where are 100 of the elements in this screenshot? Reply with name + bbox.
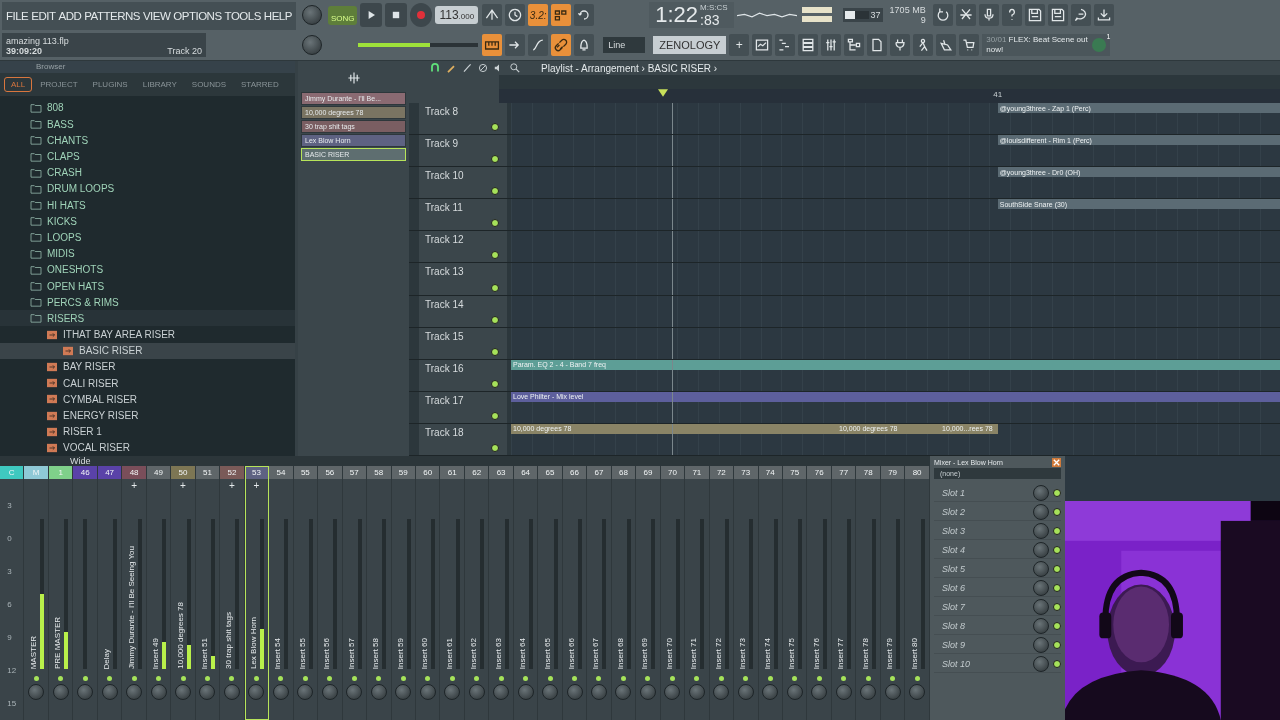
strip-led[interactable] (914, 676, 920, 681)
route-mark[interactable]: + (229, 480, 235, 491)
menu-item[interactable]: HELP (263, 9, 292, 22)
master-pitch-knob[interactable] (301, 35, 322, 55)
pan-knob[interactable] (126, 684, 143, 700)
mixer-strip[interactable]: M MASTER (24, 466, 49, 720)
strip-led[interactable] (400, 676, 406, 681)
slot-led[interactable] (1053, 621, 1061, 630)
slot-led[interactable] (1053, 526, 1061, 535)
pan-knob[interactable] (884, 684, 901, 700)
cart-icon[interactable] (959, 34, 980, 56)
slot-led[interactable] (1053, 545, 1061, 554)
pan-knob[interactable] (713, 684, 730, 700)
route-mark[interactable]: + (180, 480, 186, 491)
mixer-strip[interactable]: 66 Insert 66 (562, 466, 588, 720)
mixer-strip[interactable]: 67 Insert 67 (587, 466, 612, 720)
effect-slot[interactable]: Slot 10 (934, 655, 1061, 673)
mixer-strip[interactable]: 63 Insert 63 (489, 466, 514, 720)
mixer-strip[interactable]: 51 Insert 51 (195, 466, 221, 720)
pan-knob[interactable] (248, 684, 265, 700)
mixer-strip[interactable]: 71 Insert 71 (685, 466, 710, 720)
browser-item[interactable]: KICKS (0, 213, 295, 230)
mixer-strip[interactable]: 78 Insert 78 (856, 466, 881, 720)
pan-knob[interactable] (835, 684, 852, 700)
pan-knob[interactable] (395, 684, 412, 700)
mixer-strip[interactable]: 74 Insert 74 (758, 466, 783, 720)
piano-roll-icon[interactable] (775, 34, 796, 56)
mixer-strip[interactable]: 69 Insert 69 (636, 466, 661, 720)
rack-icon[interactable] (798, 34, 819, 56)
menu-item[interactable]: OPTIONS (173, 9, 222, 22)
strip-led[interactable] (229, 676, 235, 681)
track-header[interactable]: Track 16 (419, 359, 507, 391)
strip-led[interactable] (156, 676, 162, 681)
pan-knob[interactable] (517, 684, 534, 700)
mixer-strip[interactable]: 56 Insert 56 (318, 466, 343, 720)
timeline-ruler[interactable]: 41 (499, 89, 1280, 103)
playhead-marker[interactable] (658, 89, 668, 98)
pan-knob[interactable] (639, 684, 656, 700)
mixer-preset[interactable]: Wide (70, 456, 91, 466)
pan-knob[interactable] (199, 684, 216, 700)
pan-knob[interactable] (615, 684, 632, 700)
route-mark[interactable]: + (131, 480, 137, 491)
mixer-strip[interactable]: 77 Insert 77 (831, 466, 857, 720)
track-mute-led[interactable] (491, 155, 499, 164)
mixer-strip[interactable]: 53 + Lex Blow Horn (244, 466, 270, 720)
pan-knob[interactable] (444, 684, 461, 700)
mixer-strip[interactable]: 50 + 10,000 degrees 78 (171, 466, 196, 720)
slot-led[interactable] (1053, 564, 1061, 573)
strip-led[interactable] (890, 676, 896, 681)
strip-led[interactable] (107, 676, 113, 681)
browser-tab[interactable]: PROJECT (33, 76, 85, 92)
track-mute-led[interactable] (491, 444, 499, 453)
faders-icon[interactable] (821, 34, 842, 56)
strip-led[interactable] (82, 676, 88, 681)
help-icon[interactable] (1001, 4, 1022, 26)
track-header[interactable]: Track 8 (419, 103, 507, 135)
mixer-strip[interactable]: 79 Insert 79 (880, 466, 906, 720)
pan-knob[interactable] (101, 684, 118, 700)
pan-knob[interactable] (493, 684, 510, 700)
strip-led[interactable] (449, 676, 455, 681)
browser-item[interactable]: BASIC RISER (0, 342, 295, 359)
pan-knob[interactable] (77, 684, 94, 700)
pan-knob[interactable] (175, 684, 191, 700)
slot-led[interactable] (1053, 507, 1061, 516)
mixer-strip[interactable]: 47 Delay (97, 466, 123, 720)
pan-knob[interactable] (223, 684, 240, 700)
stop-button[interactable] (385, 3, 408, 27)
browser-item[interactable]: PERCS & RIMS (0, 294, 295, 311)
track-mute-led[interactable] (491, 219, 499, 228)
mixer-strip[interactable]: 61 Insert 61 (440, 466, 465, 720)
mixer-strip[interactable]: 80 Insert 80 (905, 466, 930, 720)
browser-item[interactable]: ITHAT BAY AREA RISER (0, 326, 295, 343)
sweep-icon[interactable] (482, 4, 503, 26)
slot-led[interactable] (1053, 602, 1061, 611)
mixer-strip[interactable]: 57 Insert 57 (342, 466, 368, 720)
pan-knob[interactable] (419, 684, 436, 700)
strip-led[interactable] (58, 676, 64, 681)
strip-led[interactable] (620, 676, 626, 681)
track-mute-led[interactable] (491, 411, 499, 420)
strip-led[interactable] (572, 676, 577, 681)
browser-item[interactable]: CYMBAL RISER (0, 391, 295, 408)
strip-led[interactable] (645, 676, 651, 681)
brush-icon[interactable] (461, 62, 473, 74)
browser-tab[interactable]: ALL (4, 76, 33, 92)
speech-bubble-icon[interactable] (1070, 4, 1091, 26)
steps-icon[interactable] (551, 4, 572, 26)
menu-item[interactable]: FILE (6, 9, 29, 22)
strip-led[interactable] (694, 676, 700, 681)
strip-led[interactable] (865, 676, 871, 681)
pan-knob[interactable] (150, 684, 167, 700)
browser-item[interactable]: ONESHOTS (0, 261, 295, 278)
curve-icon[interactable] (528, 34, 549, 56)
track-header[interactable]: Track 18 (419, 423, 507, 456)
browser-item[interactable]: MIDIS (0, 245, 295, 262)
strip-led[interactable] (669, 676, 675, 681)
track-header[interactable]: Track 10 (419, 167, 507, 199)
strip-led[interactable] (816, 676, 822, 681)
browser-item[interactable]: CLAPS (0, 148, 295, 165)
browser-item[interactable]: 808 (0, 99, 295, 117)
pan-knob[interactable] (664, 684, 681, 700)
